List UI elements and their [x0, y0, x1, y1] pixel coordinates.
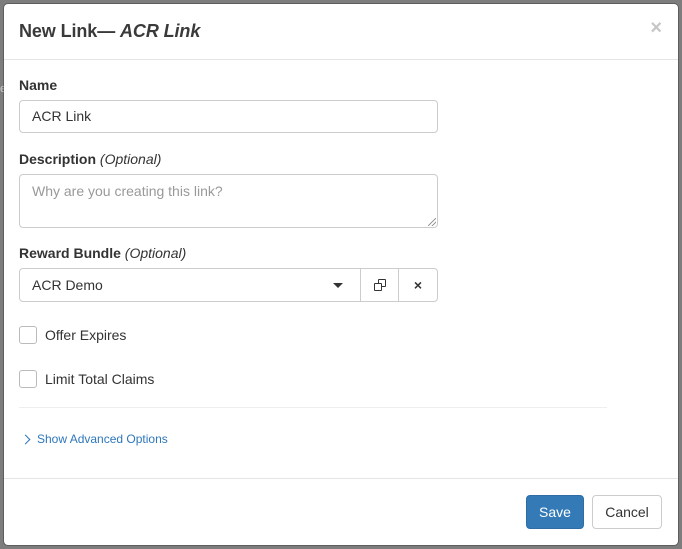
modal-header: New Link— ACR Link × — [4, 4, 678, 60]
reward-bundle-label: Reward Bundle (Optional) — [19, 245, 186, 261]
copy-bundle-button[interactable] — [361, 269, 399, 301]
modal-title-prefix: New Link — [19, 21, 98, 41]
close-icon[interactable]: × — [650, 18, 662, 38]
description-optional: (Optional) — [99, 151, 162, 167]
save-button[interactable]: Save — [526, 495, 584, 529]
offer-expires-label: Offer Expires — [45, 327, 127, 343]
clear-icon: × — [413, 277, 423, 293]
chevron-right-icon — [20, 434, 31, 444]
limit-claims-row[interactable]: Limit Total Claims — [19, 370, 154, 388]
resize-grip-icon[interactable] — [428, 218, 436, 226]
description-placeholder: Why are you creating this link? — [32, 183, 223, 199]
limit-claims-label: Limit Total Claims — [45, 371, 155, 387]
modal-title-link-name: ACR Link — [120, 21, 201, 41]
name-label: Name — [19, 77, 58, 93]
limit-claims-checkbox[interactable] — [19, 370, 37, 388]
offer-expires-row[interactable]: Offer Expires — [19, 326, 126, 344]
reward-bundle-value: ACR Demo — [32, 277, 103, 293]
modal-title-dash: — — [97, 21, 116, 41]
description-label-text: Description — [19, 151, 97, 167]
show-advanced-options-label: Show Advanced Options — [37, 432, 168, 446]
show-advanced-options-link[interactable]: Show Advanced Options — [20, 432, 168, 446]
copy-icon — [373, 279, 386, 291]
caret-down-icon — [333, 283, 343, 288]
modal-body: Name ACR Link Description (Optional) Why… — [4, 60, 678, 478]
reward-bundle-optional: (Optional) — [124, 245, 187, 261]
reward-bundle-select-group: ACR Demo × — [19, 268, 438, 302]
modal-title: New Link— ACR Link — [19, 21, 200, 42]
clear-bundle-button[interactable]: × — [399, 269, 437, 301]
modal-footer: Save Cancel — [4, 478, 678, 545]
cancel-button[interactable]: Cancel — [592, 495, 662, 529]
name-input[interactable]: ACR Link — [19, 100, 438, 133]
description-textarea[interactable]: Why are you creating this link? — [19, 174, 438, 228]
divider — [19, 407, 607, 408]
new-link-modal: New Link— ACR Link × Name ACR Link Descr… — [4, 4, 678, 545]
reward-bundle-label-text: Reward Bundle — [19, 245, 121, 261]
description-label: Description (Optional) — [19, 151, 161, 167]
offer-expires-checkbox[interactable] — [19, 326, 37, 344]
reward-bundle-select[interactable]: ACR Demo — [20, 269, 361, 301]
